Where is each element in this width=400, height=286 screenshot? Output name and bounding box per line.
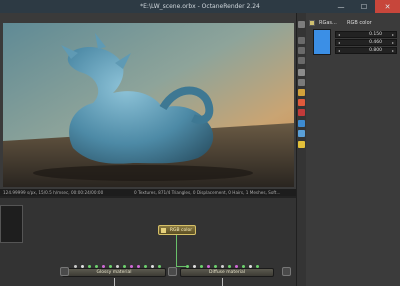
input-pin[interactable] xyxy=(207,265,210,268)
input-pin[interactable] xyxy=(102,265,105,268)
kernel-icon[interactable] xyxy=(298,109,305,116)
glossy-material-node[interactable]: Glossy material xyxy=(62,268,166,277)
decrement-icon[interactable]: ◂ xyxy=(338,32,340,37)
input-pin[interactable] xyxy=(81,265,84,268)
imager-icon[interactable] xyxy=(298,120,305,127)
node-header: RGas... RGB color xyxy=(307,19,399,28)
graph-thumbnail[interactable] xyxy=(0,205,23,243)
close-button[interactable]: ✕ xyxy=(375,0,400,13)
node-type-icon xyxy=(161,228,166,233)
input-pin[interactable] xyxy=(214,265,217,268)
scene-icon[interactable] xyxy=(298,21,305,28)
input-pin[interactable] xyxy=(242,265,245,268)
node-endcap[interactable] xyxy=(282,267,291,276)
environment-icon[interactable] xyxy=(298,79,305,86)
input-pin[interactable] xyxy=(95,265,98,268)
light-icon[interactable] xyxy=(298,89,305,96)
node-endcap[interactable] xyxy=(168,267,177,276)
param-value: 0.150 xyxy=(369,32,382,37)
input-pin[interactable] xyxy=(144,265,147,268)
node-type-label: RGB color xyxy=(347,20,372,26)
material-icon[interactable] xyxy=(298,57,305,64)
input-pin[interactable] xyxy=(116,265,119,268)
input-pin[interactable] xyxy=(249,265,252,268)
title-bar: *E:\LW_scene.orbx - OctaneRender 2.24 — … xyxy=(0,0,400,13)
diffuse-material-node[interactable]: Diffuse material xyxy=(180,268,274,277)
input-pin[interactable] xyxy=(221,265,224,268)
maximize-icon: ☐ xyxy=(360,2,368,11)
close-icon: ✕ xyxy=(384,2,391,11)
param-red[interactable]: ◂ 0.150 ▸ xyxy=(335,31,397,38)
minimize-icon: — xyxy=(337,2,345,11)
connection-wire xyxy=(176,235,177,267)
decrement-icon[interactable]: ◂ xyxy=(338,48,340,53)
output-wire xyxy=(222,278,223,286)
render-status-bar: 124.99999 s/px, 15/0.5 h/msec, 00:00:24/… xyxy=(0,189,296,196)
param-green[interactable]: ◂ 0.460 ▸ xyxy=(335,39,397,46)
output-wire xyxy=(114,278,115,286)
geometry-icon[interactable] xyxy=(298,37,305,44)
connection-wire xyxy=(176,266,186,267)
node-label: Diffuse material xyxy=(209,270,245,275)
input-pin[interactable] xyxy=(186,265,189,268)
input-pin[interactable] xyxy=(256,265,259,268)
param-blue[interactable]: ◂ 0.800 ▸ xyxy=(335,47,397,54)
input-pin[interactable] xyxy=(235,265,238,268)
minimize-button[interactable]: — xyxy=(329,0,353,13)
texture-icon[interactable] xyxy=(298,47,305,54)
maximize-button[interactable]: ☐ xyxy=(352,0,376,13)
input-pin[interactable] xyxy=(130,265,133,268)
increment-icon[interactable]: ▸ xyxy=(392,40,394,45)
input-pin[interactable] xyxy=(74,265,77,268)
emission-icon[interactable] xyxy=(298,99,305,106)
color-swatch[interactable] xyxy=(313,29,331,55)
input-pin[interactable] xyxy=(193,265,196,268)
node-type-icon xyxy=(309,20,315,26)
input-pin[interactable] xyxy=(200,265,203,268)
input-pin[interactable] xyxy=(88,265,91,268)
node-name[interactable]: RGas... xyxy=(319,20,337,26)
camera-node-icon[interactable] xyxy=(298,69,305,76)
scene-stats: 0 Textures, 871/4 Triangles, 0 Displacem… xyxy=(134,190,281,195)
node-graph-editor[interactable]: RGB color Glossy material Diffuse materi… xyxy=(0,196,296,286)
render-panel: 124.99999 s/px, 15/0.5 h/msec, 00:00:24/… xyxy=(0,13,296,206)
increment-icon[interactable]: ▸ xyxy=(392,48,394,53)
param-value: 0.460 xyxy=(369,40,382,45)
node-endcap[interactable] xyxy=(60,267,69,276)
node-label: RGB color xyxy=(169,227,193,233)
render-image xyxy=(3,23,294,187)
rgb-color-node[interactable]: RGB color xyxy=(158,225,196,235)
input-pin[interactable] xyxy=(158,265,161,268)
info-icon[interactable] xyxy=(298,141,305,148)
render-viewport[interactable] xyxy=(3,23,294,187)
decrement-icon[interactable]: ◂ xyxy=(338,40,340,45)
increment-icon[interactable]: ▸ xyxy=(392,32,394,37)
input-pin[interactable] xyxy=(109,265,112,268)
input-pin[interactable] xyxy=(228,265,231,268)
input-pin[interactable] xyxy=(123,265,126,268)
node-label: Glossy material xyxy=(96,270,132,275)
render-stats: 124.99999 s/px, 15/0.5 h/msec, 00:00:24/… xyxy=(3,190,104,195)
inspector-toolbar xyxy=(297,13,306,286)
postprocess-icon[interactable] xyxy=(298,130,305,137)
input-pin[interactable] xyxy=(137,265,140,268)
input-pin[interactable] xyxy=(151,265,154,268)
param-value: 0.800 xyxy=(369,48,382,53)
